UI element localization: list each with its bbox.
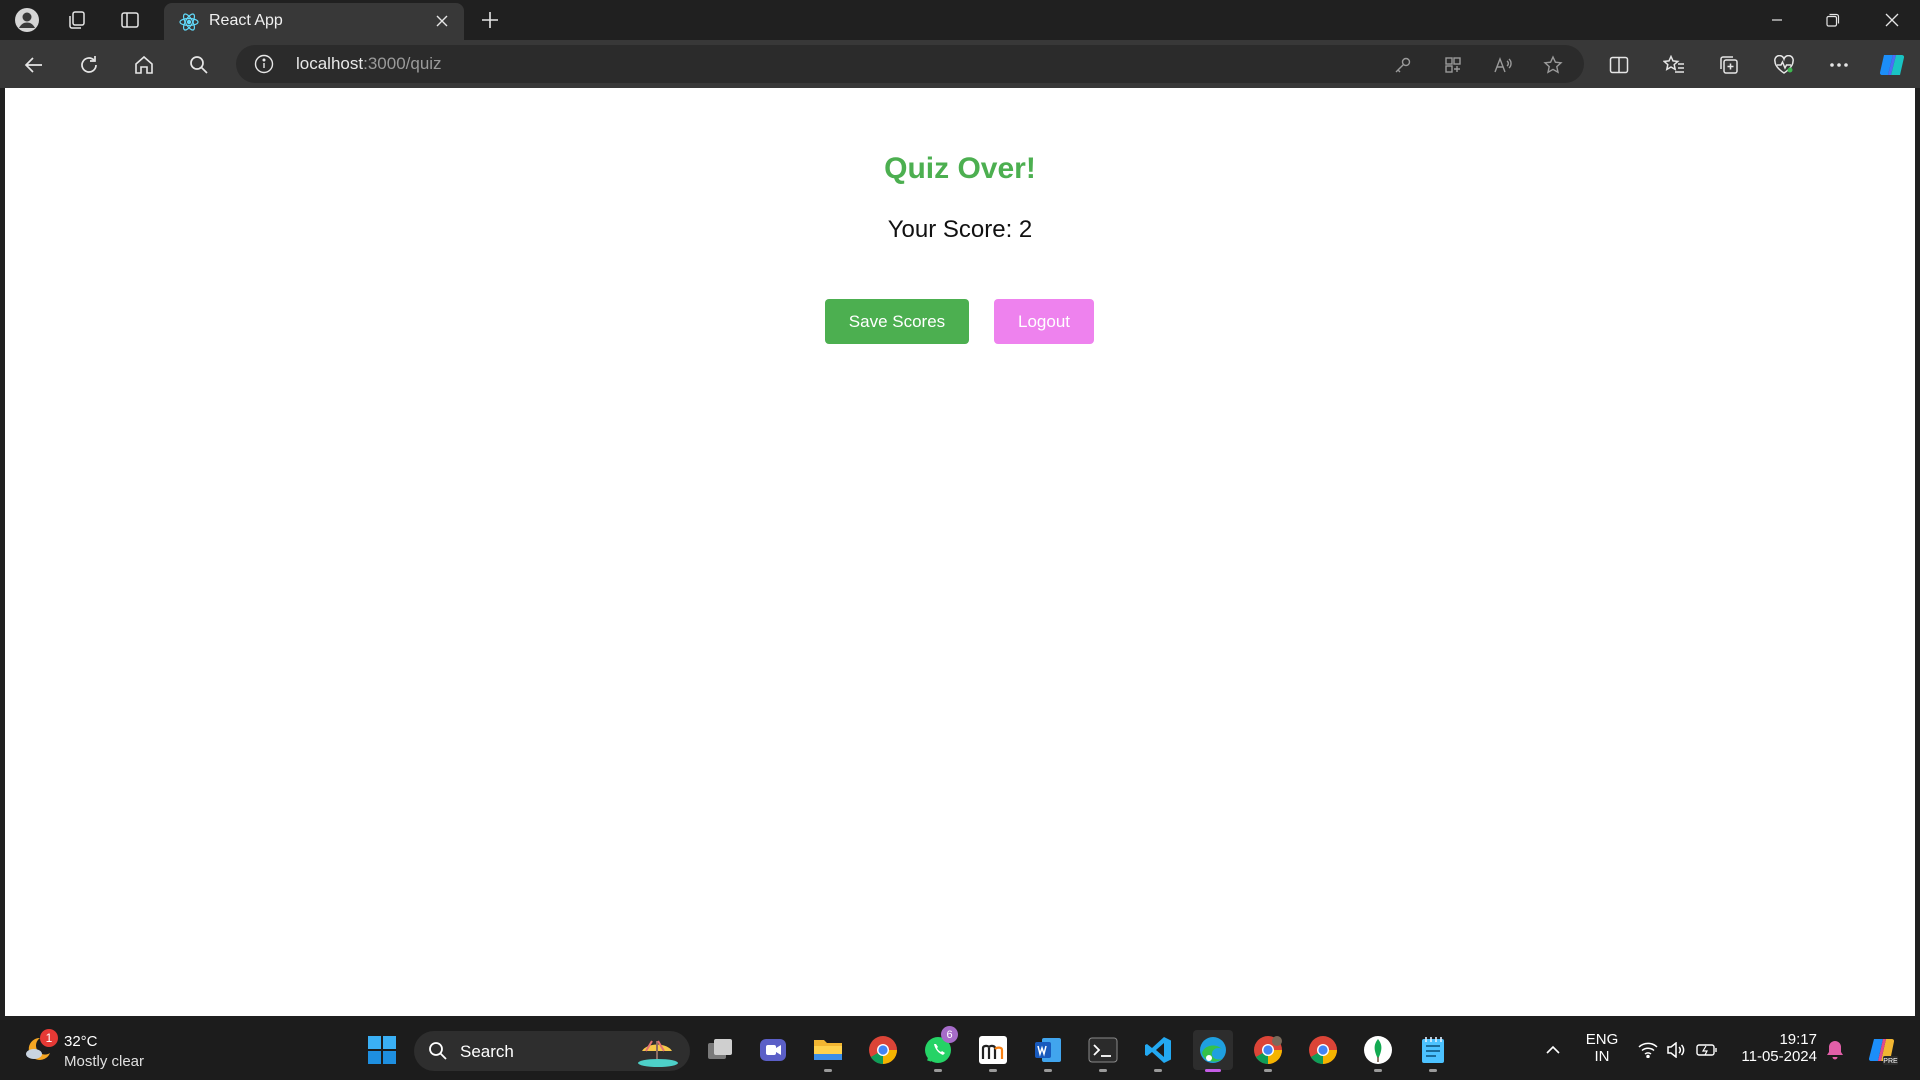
- url-path: :3000/quiz: [363, 54, 442, 73]
- svg-text:PRE: PRE: [1883, 1058, 1898, 1065]
- back-arrow-icon[interactable]: [18, 49, 50, 81]
- beach-umbrella-icon: [634, 1035, 682, 1067]
- edge-icon[interactable]: [1193, 1030, 1233, 1072]
- weather-temperature: 32°C: [64, 1033, 98, 1050]
- running-indicator: [1044, 1069, 1052, 1072]
- notification-bell-icon[interactable]: [1824, 1039, 1846, 1061]
- active-indicator: [1205, 1069, 1221, 1072]
- terminal-icon[interactable]: [1083, 1030, 1123, 1072]
- region-code: IN: [1594, 1048, 1610, 1065]
- running-indicator: [1154, 1069, 1162, 1072]
- home-icon[interactable]: [128, 49, 160, 81]
- split-screen-icon[interactable]: [1603, 49, 1635, 81]
- running-indicator: [1264, 1069, 1272, 1072]
- restore-icon[interactable]: [1805, 0, 1861, 40]
- tab-react-app[interactable]: React App: [164, 3, 464, 40]
- quiz-over-heading: Quiz Over!: [884, 152, 1036, 185]
- page-viewport: Quiz Over! Your Score: 2 Save Scores Log…: [5, 88, 1915, 1016]
- react-icon: [178, 11, 200, 33]
- running-indicator: [1429, 1069, 1437, 1072]
- save-scores-button[interactable]: Save Scores: [825, 299, 969, 344]
- word-icon[interactable]: [1028, 1030, 1068, 1072]
- clock[interactable]: 19:17 11-05-2024: [1733, 1031, 1817, 1065]
- running-indicator: [1374, 1069, 1382, 1072]
- read-aloud-icon[interactable]: [1492, 54, 1514, 76]
- close-window-icon[interactable]: [1864, 0, 1920, 40]
- copilot-pre-icon[interactable]: PRE: [1866, 1035, 1898, 1067]
- score-text: Your Score: 2: [887, 216, 1033, 243]
- clock-time: 19:17: [1779, 1031, 1817, 1048]
- chrome-icon[interactable]: [863, 1030, 903, 1070]
- taskbar-search[interactable]: Search: [414, 1031, 690, 1071]
- chevron-up-icon[interactable]: [1542, 1039, 1564, 1061]
- close-tab-icon[interactable]: [432, 11, 452, 31]
- profile-icon[interactable]: [13, 6, 41, 34]
- browser-toolbar: localhost:3000/quiz: [0, 40, 1920, 88]
- url-text[interactable]: localhost:3000/quiz: [296, 54, 442, 74]
- volume-icon[interactable]: [1665, 1039, 1687, 1061]
- tab-strip: React App: [0, 0, 1920, 40]
- refresh-icon[interactable]: [73, 49, 105, 81]
- url-host: localhost: [296, 54, 364, 73]
- workspaces-icon[interactable]: [63, 6, 91, 34]
- browser-essentials-icon[interactable]: [1768, 49, 1800, 81]
- chrome-profile-icon[interactable]: [1248, 1030, 1288, 1072]
- language-code: ENG: [1585, 1031, 1619, 1048]
- vscode-icon[interactable]: [1138, 1030, 1178, 1072]
- windows-taskbar: 1 32°C Mostly clear Search 6 ENG IN 19:1…: [0, 1020, 1920, 1080]
- more-options-icon[interactable]: [1823, 49, 1855, 81]
- language-indicator[interactable]: ENG IN: [1580, 1031, 1624, 1065]
- tab-title: React App: [209, 12, 283, 29]
- search-label: Search: [460, 1042, 514, 1061]
- search-icon: [428, 1041, 448, 1061]
- copilot-icon[interactable]: [1876, 49, 1908, 81]
- task-view-icon[interactable]: [700, 1030, 740, 1070]
- weather-alert-badge: 1: [40, 1029, 58, 1047]
- start-button[interactable]: [362, 1030, 402, 1070]
- tab-actions-icon[interactable]: [116, 6, 144, 34]
- battery-charging-icon[interactable]: [1696, 1039, 1718, 1061]
- weather-widget[interactable]: 1 32°C Mostly clear: [20, 1028, 180, 1074]
- running-indicator: [1099, 1069, 1107, 1072]
- app-available-icon[interactable]: [1442, 54, 1464, 76]
- address-bar[interactable]: localhost:3000/quiz: [236, 45, 1584, 83]
- whatsapp-icon[interactable]: 6: [918, 1026, 958, 1072]
- moodle-icon[interactable]: [973, 1030, 1013, 1072]
- site-info-icon[interactable]: [254, 54, 274, 74]
- whatsapp-unread-badge: 6: [941, 1026, 958, 1043]
- weather-condition: Mostly clear: [64, 1053, 145, 1070]
- collections-icon[interactable]: [1713, 49, 1745, 81]
- clock-date: 11-05-2024: [1741, 1048, 1817, 1065]
- logout-button[interactable]: Logout: [994, 299, 1094, 344]
- wifi-icon[interactable]: [1637, 1039, 1659, 1061]
- meet-video-icon[interactable]: [753, 1030, 793, 1070]
- mongodb-compass-icon[interactable]: [1358, 1030, 1398, 1072]
- running-indicator: [989, 1069, 997, 1072]
- favorites-icon[interactable]: [1658, 49, 1690, 81]
- favorite-star-icon[interactable]: [1542, 54, 1564, 76]
- running-indicator: [934, 1069, 942, 1072]
- running-indicator: [824, 1069, 832, 1072]
- search-icon[interactable]: [183, 49, 215, 81]
- minimize-icon[interactable]: [1749, 0, 1805, 40]
- notepad-icon[interactable]: [1413, 1030, 1453, 1072]
- key-icon[interactable]: [1392, 54, 1414, 76]
- chrome-second-icon[interactable]: [1303, 1030, 1343, 1070]
- new-tab-icon[interactable]: [476, 6, 504, 34]
- file-explorer-icon[interactable]: [808, 1030, 848, 1072]
